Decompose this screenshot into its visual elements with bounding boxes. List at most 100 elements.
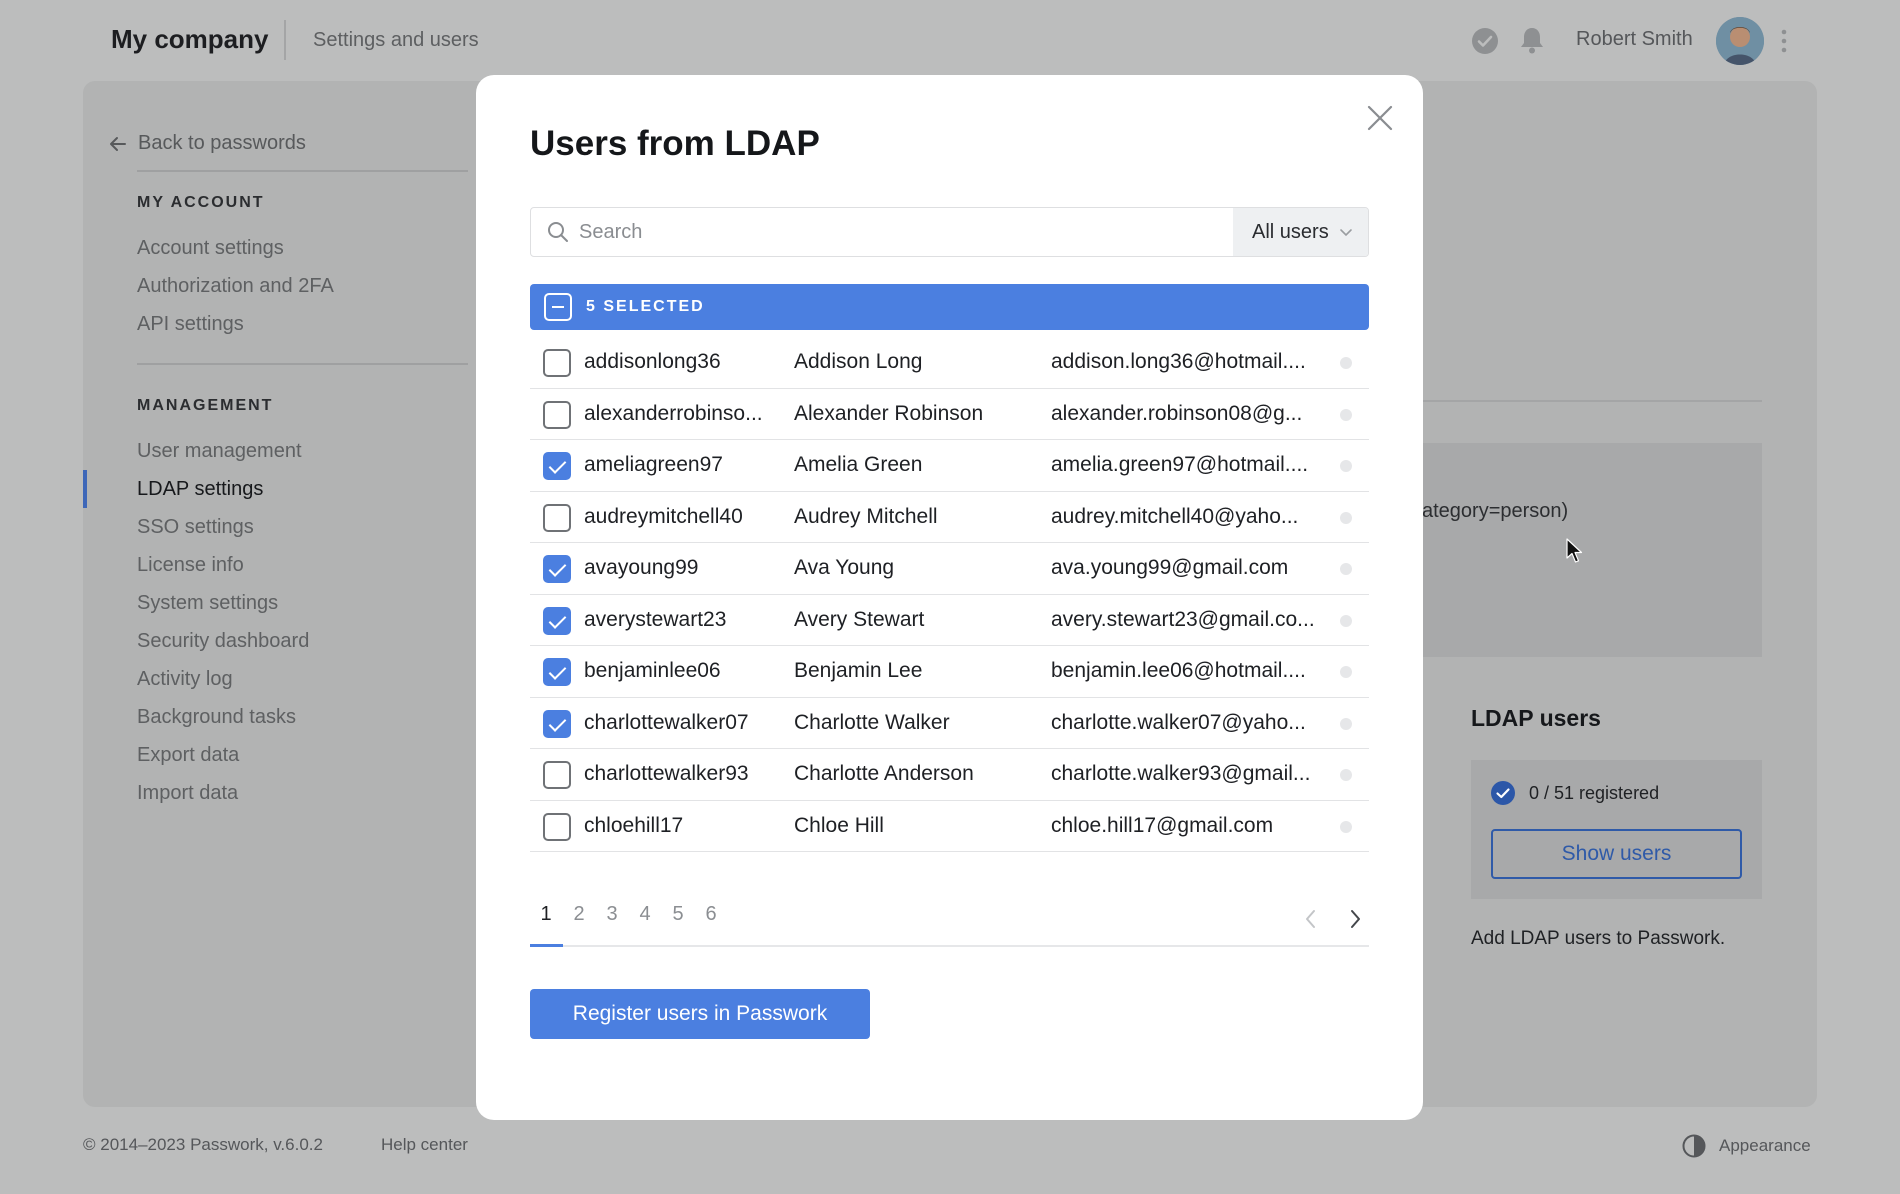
check-circle-icon[interactable] [1472, 28, 1498, 54]
user-login: charlottewalker93 [584, 762, 749, 785]
page-link-2[interactable]: 2 [563, 903, 595, 926]
current-page-indicator [530, 944, 563, 947]
user-full-name: Avery Stewart [794, 607, 925, 631]
user-email: alexander.robinson08@g... [1051, 401, 1303, 425]
status-dot [1340, 820, 1352, 833]
mouse-cursor-icon [1566, 538, 1584, 564]
row-checkbox[interactable] [543, 606, 571, 635]
user-email: benjamin.lee06@hotmail.... [1051, 659, 1306, 682]
page-link-1[interactable]: 1 [530, 903, 562, 926]
table-row[interactable]: chloehill17 Chloe Hill chloe.hill17@gmai… [530, 801, 1369, 852]
sidebar-item-account-settings[interactable]: Account settings [137, 237, 284, 260]
row-checkbox[interactable] [543, 452, 571, 480]
table-row[interactable]: alexanderrobinso... Alexander Robinson a… [530, 389, 1369, 440]
row-checkbox[interactable] [543, 555, 571, 583]
user-filter-dropdown[interactable]: All users [1233, 208, 1368, 256]
user-full-name: Chloe Hill [794, 813, 884, 837]
sidebar-item-license-info[interactable]: License info [137, 554, 244, 577]
selection-bar: 5 SELECTED [530, 284, 1369, 330]
status-dot [1340, 666, 1352, 678]
row-checkbox[interactable] [543, 761, 571, 789]
sidebar-item-user-management[interactable]: User management [137, 440, 302, 463]
sidebar-item-export-data[interactable]: Export data [137, 744, 239, 767]
search-input[interactable] [579, 220, 1199, 244]
footer-copyright: © 2014–2023 Passwork, v.6.0.2 [83, 1135, 323, 1154]
user-login: avayoung99 [584, 556, 699, 579]
row-checkbox[interactable] [543, 503, 571, 532]
show-users-button[interactable]: Show users [1491, 829, 1742, 879]
pagination: 1 2 3 4 5 6 [530, 903, 1369, 947]
back-to-passwords-link[interactable]: Back to passwords [108, 132, 306, 155]
user-email: charlotte.walker07@yaho... [1051, 710, 1306, 734]
sidebar-item-ldap-settings[interactable]: LDAP settings [137, 478, 263, 501]
row-checkbox[interactable] [543, 400, 571, 429]
sidebar-item-background-tasks[interactable]: Background tasks [137, 706, 296, 729]
sidebar-divider [137, 363, 468, 365]
register-users-button[interactable]: Register users in Passwork [530, 989, 870, 1039]
user-full-name: Charlotte Walker [794, 710, 950, 734]
appearance-label: Appearance [1719, 1136, 1811, 1155]
row-checkbox[interactable] [543, 658, 571, 686]
user-login: audreymitchell40 [584, 504, 743, 528]
contrast-icon [1682, 1134, 1706, 1158]
chevron-right-icon[interactable] [1345, 908, 1365, 930]
modal-title: Users from LDAP [530, 124, 820, 163]
table-row[interactable]: avayoung99 Ava Young ava.young99@gmail.c… [530, 543, 1369, 595]
status-dot [1340, 460, 1352, 472]
sidebar-item-sso-settings[interactable]: SSO settings [137, 516, 254, 539]
management-heading: MANAGEMENT [137, 397, 274, 414]
user-full-name: Ava Young [794, 556, 895, 579]
status-dot [1340, 408, 1352, 421]
status-dot [1340, 717, 1352, 730]
my-account-heading: MY ACCOUNT [137, 194, 265, 211]
ldap-filter-text: ategory=person) [1422, 500, 1569, 522]
user-login: alexanderrobinso... [584, 401, 763, 425]
table-row[interactable]: addisonlong36 Addison Long addison.long3… [530, 337, 1369, 389]
search-icon [548, 222, 568, 242]
add-ldap-description: Add LDAP users to Passwork. [1471, 928, 1726, 949]
ldap-users-title: LDAP users [1471, 705, 1601, 731]
chevron-left-icon[interactable] [1301, 908, 1321, 930]
table-row[interactable]: averystewart23 Avery Stewart avery.stewa… [530, 595, 1369, 646]
row-checkbox[interactable] [543, 709, 571, 738]
deselect-all-checkbox[interactable] [544, 293, 572, 321]
table-row[interactable]: charlottewalker93 Charlotte Anderson cha… [530, 749, 1369, 801]
help-center-link[interactable]: Help center [381, 1135, 468, 1155]
content-divider [1422, 400, 1762, 402]
ldap-user-list: addisonlong36 Addison Long addison.long3… [530, 337, 1369, 852]
user-login: chloehill17 [584, 813, 684, 837]
bell-icon[interactable] [1519, 26, 1545, 54]
page-link-4[interactable]: 4 [629, 903, 661, 926]
table-row[interactable]: ameliagreen97 Amelia Green amelia.green9… [530, 440, 1369, 492]
kebab-menu-icon[interactable] [1780, 28, 1788, 54]
user-filter-value: All users [1252, 220, 1329, 243]
row-checkbox[interactable] [543, 349, 571, 377]
user-login: addisonlong36 [584, 350, 721, 373]
sidebar-item-security-dashboard[interactable]: Security dashboard [137, 630, 309, 653]
appearance-toggle[interactable]: Appearance [1681, 1133, 1811, 1159]
user-email: amelia.green97@hotmail.... [1051, 453, 1309, 476]
company-name[interactable]: My company [111, 24, 269, 55]
page-link-6[interactable]: 6 [695, 903, 727, 926]
user-full-name: Benjamin Lee [794, 659, 923, 682]
user-full-name: Addison Long [794, 350, 923, 373]
sidebar-item-authorization-2fa[interactable]: Authorization and 2FA [137, 275, 334, 298]
status-dot [1340, 357, 1352, 369]
avatar[interactable] [1716, 17, 1764, 65]
sidebar-item-system-settings[interactable]: System settings [137, 592, 278, 615]
user-email: avery.stewart23@gmail.co... [1051, 607, 1315, 631]
sidebar-item-activity-log[interactable]: Activity log [137, 668, 233, 691]
table-row[interactable]: audreymitchell40 Audrey Mitchell audrey.… [530, 492, 1369, 543]
user-email: addison.long36@hotmail.... [1051, 350, 1306, 373]
close-icon[interactable] [1366, 104, 1394, 132]
page-link-5[interactable]: 5 [662, 903, 694, 926]
table-row[interactable]: benjaminlee06 Benjamin Lee benjamin.lee0… [530, 646, 1369, 698]
sidebar-item-import-data[interactable]: Import data [137, 782, 238, 805]
row-checkbox[interactable] [543, 812, 571, 841]
page-link-3[interactable]: 3 [596, 903, 628, 926]
sidebar-divider [137, 170, 468, 172]
user-name[interactable]: Robert Smith [1576, 28, 1693, 51]
user-login: averystewart23 [584, 607, 727, 631]
table-row[interactable]: charlottewalker07 Charlotte Walker charl… [530, 698, 1369, 749]
sidebar-item-api-settings[interactable]: API settings [137, 313, 244, 336]
